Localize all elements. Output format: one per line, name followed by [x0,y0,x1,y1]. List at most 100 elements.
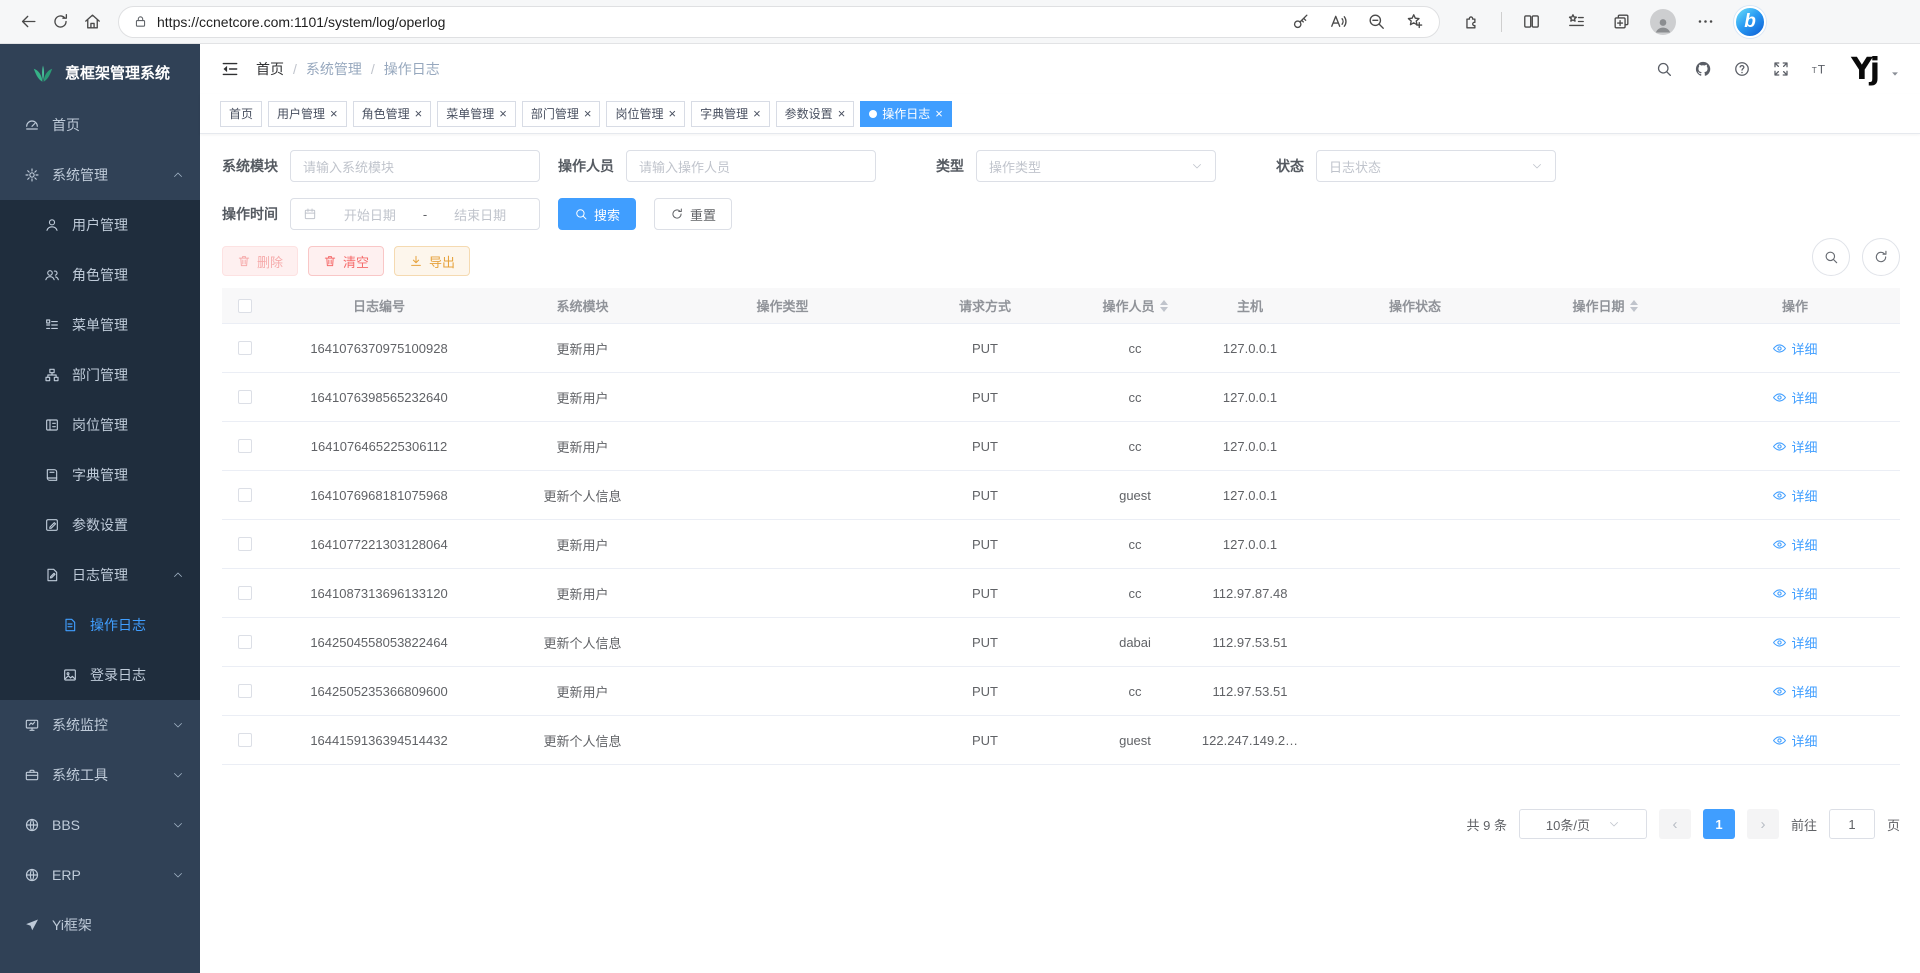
reset-button[interactable]: 重置 [654,198,732,230]
sidebar-item-部门管理[interactable]: 部门管理 [0,350,200,400]
sidebar-item-系统监控[interactable]: 系统监控 [0,700,200,750]
refresh-icon[interactable] [44,6,76,38]
detail-link[interactable]: 详细 [1772,486,1817,505]
sidebar-item-BBS[interactable]: BBS [0,800,200,850]
export-button[interactable]: 导出 [394,246,470,276]
header-search-icon[interactable] [1654,59,1674,79]
favorites-bar-icon[interactable] [1560,6,1592,38]
app-logo[interactable]: 意框架管理系统 [0,44,200,100]
sidebar-item-ERP[interactable]: ERP [0,850,200,900]
module-input[interactable]: 请输入系统模块 [290,150,540,182]
fullscreen-icon[interactable] [1771,59,1791,79]
close-icon[interactable]: × [935,107,943,120]
detail-link[interactable]: 详细 [1772,535,1817,554]
table-search-icon[interactable] [1812,238,1850,276]
close-icon[interactable]: × [415,107,423,120]
sort-desc-icon[interactable] [1160,307,1168,316]
sidebar-item-参数设置[interactable]: 参数设置 [0,500,200,550]
tab-字典管理[interactable]: 字典管理× [691,101,770,127]
tab-参数设置[interactable]: 参数设置× [776,101,855,127]
next-page-button[interactable]: › [1747,809,1779,839]
detail-link[interactable]: 详细 [1772,339,1817,358]
row-checkbox[interactable] [238,733,252,747]
home-icon[interactable] [76,6,108,38]
close-icon[interactable]: × [668,107,676,120]
detail-link[interactable]: 详细 [1772,633,1817,652]
page-number-1[interactable]: 1 [1703,809,1735,839]
row-checkbox[interactable] [238,537,252,551]
bing-chat-icon[interactable]: b [1734,6,1766,38]
clear-button[interactable]: 清空 [308,246,384,276]
help-icon[interactable] [1732,59,1752,79]
sort-carets-icon[interactable] [1160,296,1168,316]
extensions-icon[interactable] [1456,6,1488,38]
sidebar-item-字典管理[interactable]: 字典管理 [0,450,200,500]
sidebar-item-首页[interactable]: 首页 [0,100,200,150]
sidebar-item-日志管理[interactable]: 日志管理 [0,550,200,600]
close-icon[interactable]: × [499,107,507,120]
font-size-icon[interactable]: TT [1810,59,1830,79]
row-checkbox[interactable] [238,439,252,453]
sidebar-item-用户管理[interactable]: 用户管理 [0,200,200,250]
tab-角色管理[interactable]: 角色管理× [353,101,432,127]
goto-page-input[interactable]: 1 [1829,809,1875,839]
search-button[interactable]: 搜索 [558,198,636,230]
column-header-操作人员[interactable]: 操作人员 [1080,296,1190,316]
read-aloud-icon[interactable] [1327,11,1349,33]
sort-desc-icon[interactable] [1630,307,1638,316]
sidebar-item-系统工具[interactable]: 系统工具 [0,750,200,800]
row-checkbox[interactable] [238,635,252,649]
sidebar-item-菜单管理[interactable]: 菜单管理 [0,300,200,350]
detail-link[interactable]: 详细 [1772,682,1817,701]
close-icon[interactable]: × [753,107,761,120]
type-select[interactable]: 操作类型 [976,150,1216,182]
tab-岗位管理[interactable]: 岗位管理× [606,101,685,127]
date-range-input[interactable]: 开始日期 - 结束日期 [290,198,540,230]
row-checkbox[interactable] [238,488,252,502]
detail-link[interactable]: 详细 [1772,731,1817,750]
status-select[interactable]: 日志状态 [1316,150,1556,182]
tab-部门管理[interactable]: 部门管理× [522,101,601,127]
prev-page-button[interactable]: ‹ [1659,809,1691,839]
sort-carets-icon[interactable] [1630,296,1638,316]
favorite-add-icon[interactable] [1403,11,1425,33]
sidebar-item-角色管理[interactable]: 角色管理 [0,250,200,300]
avatar-caret-down-icon[interactable] [1890,69,1900,79]
operator-input[interactable]: 请输入操作人员 [626,150,876,182]
column-header-checkbox[interactable] [222,299,268,313]
tab-操作日志[interactable]: 操作日志× [860,101,952,127]
close-icon[interactable]: × [838,107,846,120]
tab-首页[interactable]: 首页 [220,101,262,127]
detail-link[interactable]: 详细 [1772,584,1817,603]
close-icon[interactable]: × [330,107,338,120]
delete-button[interactable]: 删除 [222,246,298,276]
sidebar-collapse-icon[interactable] [220,59,240,79]
row-checkbox[interactable] [238,586,252,600]
password-key-icon[interactable] [1289,11,1311,33]
tab-菜单管理[interactable]: 菜单管理× [437,101,516,127]
select-all-checkbox[interactable] [238,299,252,313]
user-avatar[interactable]: Yj [1849,49,1879,89]
browser-profile-avatar[interactable] [1650,9,1676,35]
address-bar[interactable]: https://ccnetcore.com:1101/system/log/op… [118,6,1440,38]
collections-icon[interactable] [1605,6,1637,38]
breadcrumb-home[interactable]: 首页 [256,59,284,79]
tab-用户管理[interactable]: 用户管理× [268,101,347,127]
browser-menu-icon[interactable] [1689,6,1721,38]
sidebar-item-系统管理[interactable]: 系统管理 [0,150,200,200]
row-checkbox[interactable] [238,390,252,404]
detail-link[interactable]: 详细 [1772,437,1817,456]
page-size-select[interactable]: 10条/页 [1519,809,1647,839]
github-icon[interactable] [1693,59,1713,79]
close-icon[interactable]: × [584,107,592,120]
back-icon[interactable] [12,6,44,38]
url-text[interactable]: https://ccnetcore.com:1101/system/log/op… [157,14,1280,30]
column-header-操作日期[interactable]: 操作日期 [1520,296,1690,316]
sidebar-item-操作日志[interactable]: 操作日志 [0,600,200,650]
sidebar-item-Yi框架[interactable]: Yi框架 [0,900,200,950]
sidebar-item-登录日志[interactable]: 登录日志 [0,650,200,700]
zoom-out-icon[interactable] [1365,11,1387,33]
sort-asc-icon[interactable] [1160,296,1168,305]
detail-link[interactable]: 详细 [1772,388,1817,407]
split-screen-icon[interactable] [1515,6,1547,38]
